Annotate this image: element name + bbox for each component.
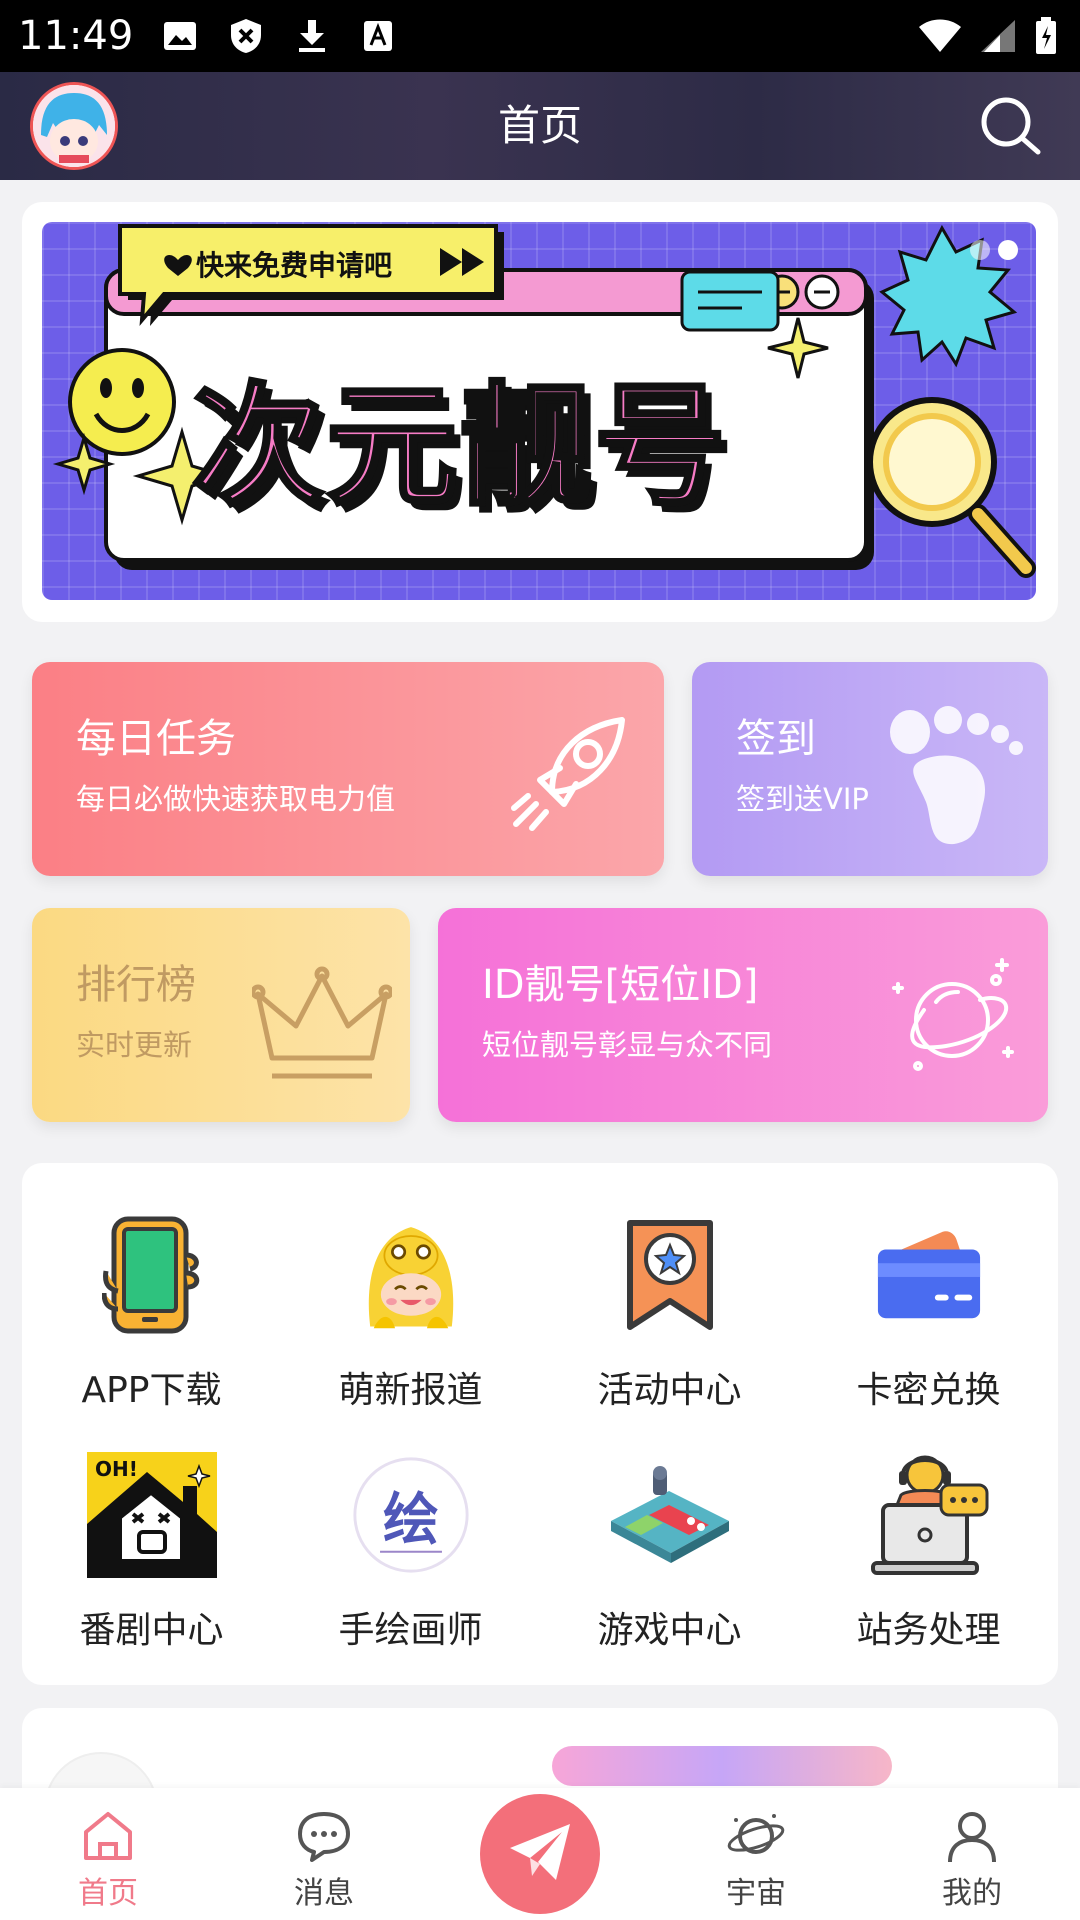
tab-profile[interactable]: 我的: [864, 1788, 1080, 1920]
footprint-icon: [888, 704, 1028, 858]
grid-item-label: 番剧中心: [79, 1610, 224, 1651]
grid-item-label: 萌新报道: [338, 1370, 483, 1411]
banner-carousel[interactable]: 快来免费申请吧 次元靓号: [42, 222, 1036, 600]
svg-text:OH!: OH!: [95, 1457, 138, 1481]
card-subtitle: 签到送VIP: [736, 782, 869, 816]
planet-icon: [884, 948, 1024, 1092]
grid-item-card-redeem[interactable]: 卡密兑换: [799, 1213, 1058, 1433]
search-icon[interactable]: [978, 94, 1042, 158]
gamepad-icon: [605, 1453, 735, 1577]
grid-item-newbie-report[interactable]: 萌新报道: [281, 1213, 540, 1433]
card-title: 排行榜: [76, 962, 196, 1008]
grid-item-anime-center[interactable]: OH! 番剧中心: [22, 1452, 281, 1673]
grid-item-label: 站务处理: [856, 1610, 1001, 1651]
star-bookmark-icon: [615, 1213, 725, 1337]
draw-badge-char: 绘: [383, 1488, 439, 1553]
battery-icon: [1034, 17, 1058, 55]
card-title: 签到: [736, 716, 816, 762]
function-grid: APP下载 萌新报道 活动中心 卡密兑换 OH! 番剧中心 绘 手绘画师 游戏中…: [22, 1163, 1058, 1685]
download-icon: [293, 17, 331, 55]
grid-item-label: 活动中心: [597, 1370, 742, 1411]
grid-item-label: APP下载: [81, 1370, 222, 1411]
home-icon: [78, 1808, 138, 1864]
card-icon: [874, 1213, 984, 1337]
grid-item-activity-center[interactable]: 活动中心: [540, 1213, 799, 1433]
oh-house-icon: OH!: [85, 1452, 219, 1578]
tab-home[interactable]: 首页: [0, 1788, 216, 1920]
banner-card: 快来免费申请吧 次元靓号: [22, 202, 1058, 622]
tab-label: 宇宙: [726, 1876, 786, 1911]
grid-item-label: 卡密兑换: [856, 1370, 1001, 1411]
check-in-card[interactable]: 签到 签到送VIP: [692, 662, 1048, 876]
feed-decoration: [552, 1746, 892, 1786]
tab-label: 我的: [942, 1876, 1002, 1911]
status-time: 11:49: [18, 13, 134, 59]
profile-icon: [942, 1808, 1002, 1864]
wifi-icon: [918, 17, 962, 55]
app-bar: 首页: [0, 72, 1080, 180]
tab-label: 首页: [78, 1876, 138, 1911]
card-subtitle: 实时更新: [76, 1028, 193, 1062]
page-title: 首页: [497, 101, 582, 150]
duck-mascot-icon: [356, 1213, 466, 1337]
grid-item-label: 游戏中心: [597, 1610, 742, 1651]
daily-tasks-card[interactable]: 每日任务 每日必做快速获取电力值: [32, 662, 664, 876]
signal-icon: [980, 17, 1016, 55]
card-subtitle: 每日必做快速获取电力值: [76, 782, 396, 816]
phone-icon: [97, 1213, 207, 1337]
universe-icon: [726, 1808, 786, 1864]
shield-icon: [227, 17, 265, 55]
tab-messages[interactable]: 消息: [216, 1788, 432, 1920]
rocket-icon: [502, 712, 632, 846]
card-subtitle: 短位靓号彰显与众不同: [482, 1028, 773, 1062]
card-title: ID靓号[短位ID]: [482, 962, 759, 1008]
grid-item-illustrator[interactable]: 绘 手绘画师: [281, 1453, 540, 1673]
tab-label: 消息: [294, 1876, 354, 1911]
paper-plane-icon: [506, 1820, 574, 1888]
status-bar: 11:49: [0, 0, 1080, 72]
gallery-icon: [161, 17, 199, 55]
tab-universe[interactable]: 宇宙: [648, 1788, 864, 1920]
grid-item-label: 手绘画师: [338, 1610, 483, 1651]
draw-badge-icon: 绘: [351, 1453, 471, 1577]
grid-item-app-download[interactable]: APP下载: [22, 1213, 281, 1433]
banner-headline: 次元靓号: [190, 368, 728, 526]
crown-icon: [250, 964, 394, 1088]
grid-item-game-center[interactable]: 游戏中心: [540, 1453, 799, 1673]
font-a-icon: [359, 17, 397, 55]
banner-ribbon-text: 快来免费申请吧: [196, 249, 393, 282]
leaderboard-card[interactable]: 排行榜 实时更新: [32, 908, 410, 1122]
publish-fab-button[interactable]: [480, 1794, 600, 1914]
chat-icon: [294, 1808, 354, 1864]
support-laptop-icon: [867, 1453, 991, 1577]
grid-item-site-affairs[interactable]: 站务处理: [799, 1453, 1058, 1673]
card-title: 每日任务: [76, 716, 236, 762]
short-id-card[interactable]: ID靓号[短位ID] 短位靓号彰显与众不同: [438, 908, 1048, 1122]
